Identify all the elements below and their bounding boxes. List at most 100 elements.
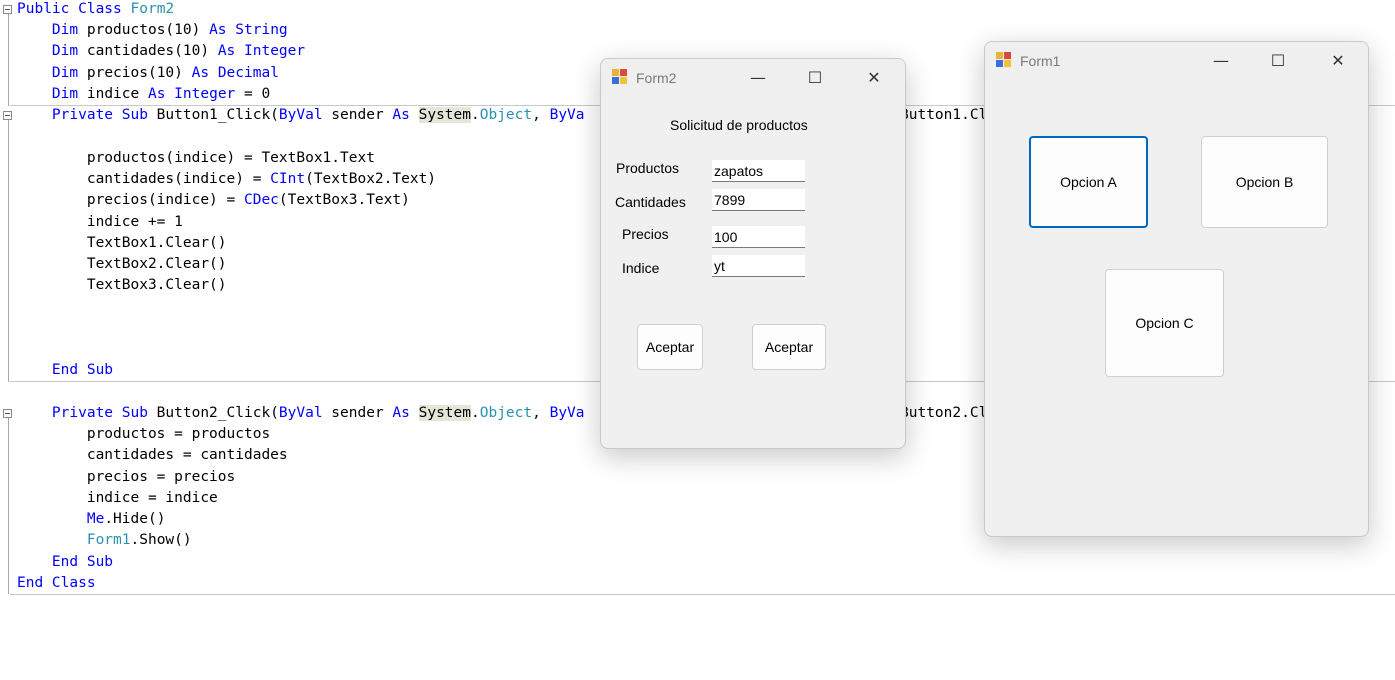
label-cantidades: Cantidades: [615, 194, 686, 210]
window-title: Form2: [636, 70, 677, 86]
outline-line: [8, 14, 9, 106]
code-keyword: As: [191, 65, 210, 81]
code-keyword: Private Sub: [51, 405, 148, 421]
code-line[interactable]: Form1.Show(): [17, 530, 192, 551]
code-type: Form1: [86, 532, 131, 548]
code-text: productos = productos: [86, 426, 271, 442]
window-title: Form1: [1020, 53, 1061, 69]
collapse-sub1-icon[interactable]: [3, 111, 12, 120]
code-keyword: CInt: [270, 171, 306, 187]
form-heading: Solicitud de productos: [670, 117, 808, 133]
code-text: indice = indice: [86, 490, 218, 506]
code-keyword: ByVa: [549, 405, 585, 421]
close-icon[interactable]: ✕: [1315, 42, 1361, 80]
code-line[interactable]: TextBox2.Clear(): [17, 254, 227, 275]
maximize-icon[interactable]: ☐: [1255, 42, 1301, 80]
code-keyword: As: [217, 43, 236, 59]
code-keyword: Dim: [51, 22, 79, 38]
code-keyword: Integer: [244, 43, 306, 59]
code-line[interactable]: precios(indice) = CDec(TextBox3.Text): [17, 190, 410, 211]
code-text: TextBox2.Clear(): [86, 256, 227, 272]
code-keyword: Dim: [51, 65, 79, 81]
label-indice: Indice: [622, 260, 660, 276]
code-text: productos(indice) = TextBox1.Text: [86, 150, 375, 166]
collapse-class-icon[interactable]: [3, 5, 12, 14]
code-line[interactable]: TextBox1.Clear(): [17, 233, 227, 254]
code-keyword: End Sub: [51, 362, 114, 378]
code-line[interactable]: Dim cantidades(10) As Integer: [17, 41, 305, 62]
form1-titlebar[interactable]: Form1 — ☐ ✕: [985, 42, 1368, 80]
code-text: .: [471, 405, 480, 421]
code-text: (TextBox2.Text): [305, 171, 437, 187]
code-text: TextBox3.Clear(): [86, 277, 227, 293]
minimize-icon[interactable]: —: [1198, 42, 1244, 80]
app-icon: [612, 69, 628, 85]
procedure-separator: [10, 594, 1395, 595]
code-text: .: [471, 107, 480, 123]
code-line[interactable]: indice = indice: [17, 488, 218, 509]
code-line[interactable]: Button2.Cl: [900, 403, 987, 424]
code-text: ,: [532, 405, 550, 421]
code-text: cantidades = cantidades: [86, 447, 288, 463]
code-keyword: ByVal: [278, 405, 323, 421]
code-keyword: Me: [86, 511, 105, 527]
cantidades-textbox[interactable]: 7899: [712, 189, 805, 211]
close-icon[interactable]: ✕: [851, 59, 897, 97]
code-text: Button2_Click(: [147, 405, 279, 421]
code-line[interactable]: Dim indice As Integer = 0: [17, 84, 270, 105]
code-text: Button1.Cl: [900, 107, 988, 123]
code-line[interactable]: TextBox3.Clear(): [17, 275, 227, 296]
precios-textbox[interactable]: 100: [712, 226, 805, 248]
code-text: = 0: [235, 86, 271, 102]
code-line[interactable]: Button1.Cl: [900, 105, 987, 126]
code-text: ,: [532, 107, 550, 123]
opcion-a-button[interactable]: Opcion A: [1029, 136, 1148, 228]
opcion-b-button[interactable]: Opcion B: [1201, 136, 1328, 228]
code-text: Button1_Click(: [147, 107, 279, 123]
code-line[interactable]: cantidades(indice) = CInt(TextBox2.Text): [17, 169, 436, 190]
code-keyword: Dim: [51, 43, 79, 59]
code-text: cantidades(10): [78, 43, 218, 59]
code-type: Object: [479, 107, 533, 123]
indice-textbox[interactable]: yt: [712, 255, 805, 277]
outline-line: [8, 418, 9, 594]
code-line[interactable]: indice += 1: [17, 212, 183, 233]
code-line[interactable]: productos = productos: [17, 424, 270, 445]
collapse-sub2-icon[interactable]: [3, 409, 12, 418]
form1-window[interactable]: Form1 — ☐ ✕ Opcion A Opcion B Opcion C: [984, 41, 1369, 537]
code-keyword: String: [235, 22, 288, 38]
label-productos: Productos: [616, 160, 680, 176]
code-keyword: Integer: [174, 86, 236, 102]
opcion-c-button[interactable]: Opcion C: [1105, 269, 1224, 377]
code-line[interactable]: End Sub: [17, 360, 113, 381]
code-keyword: Public Class: [17, 1, 131, 17]
productos-textbox[interactable]: zapatos: [712, 160, 805, 182]
label-precios: Precios: [622, 226, 669, 242]
code-line[interactable]: precios = precios: [17, 467, 235, 488]
code-line[interactable]: Private Sub Button2_Click(ByVal sender A…: [17, 403, 585, 424]
minimize-icon[interactable]: —: [735, 59, 781, 97]
code-line[interactable]: Dim productos(10) As String: [17, 20, 288, 41]
code-keyword: As: [392, 107, 410, 123]
code-line[interactable]: End Class: [17, 573, 96, 594]
maximize-icon[interactable]: ☐: [792, 59, 838, 97]
code-keyword: As: [392, 405, 410, 421]
aceptar-button-2[interactable]: Aceptar: [752, 324, 826, 370]
aceptar-button-1[interactable]: Aceptar: [637, 324, 703, 370]
form2-window[interactable]: Form2 — ☐ ✕ Solicitud de productos Produ…: [600, 58, 906, 449]
code-line[interactable]: Dim precios(10) As Decimal: [17, 63, 279, 84]
code-line[interactable]: Me.Hide(): [17, 509, 166, 530]
code-line[interactable]: End Sub: [17, 552, 113, 573]
code-line[interactable]: Public Class Form2: [17, 0, 174, 20]
code-line[interactable]: cantidades = cantidades: [17, 445, 288, 466]
form2-titlebar[interactable]: Form2 — ☐ ✕: [601, 59, 905, 97]
code-line[interactable]: productos(indice) = TextBox1.Text: [17, 148, 375, 169]
code-text: indice: [78, 86, 148, 102]
outline-line: [8, 120, 9, 382]
code-line[interactable]: Private Sub Button1_Click(ByVal sender A…: [17, 105, 585, 126]
code-text: indice += 1: [86, 214, 183, 230]
code-text: productos(10): [78, 22, 210, 38]
